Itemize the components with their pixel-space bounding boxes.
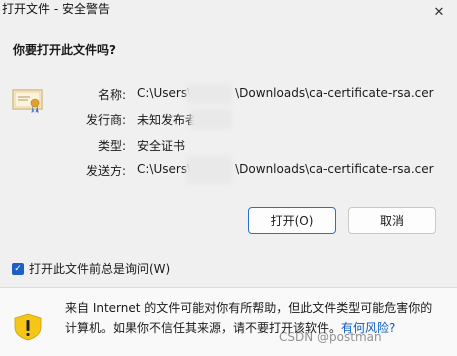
- publisher-value: 未知发布者: [137, 113, 198, 127]
- name-label: 名称:: [97, 88, 126, 102]
- warning-shield-icon: [14, 313, 42, 341]
- always-ask-label: 打开此文件前总是询问(W): [29, 262, 171, 276]
- from-value: C:\Users\ \Downloads\ca-certificate-rsa.c…: [137, 162, 434, 176]
- warning-line-1: 来自 Internet 的文件可能对你有所帮助，但此文件类型可能危害你的: [65, 301, 433, 315]
- redacted-publisher-tail: [190, 109, 232, 129]
- publisher-label: 发行商:: [85, 113, 126, 127]
- title-bar: 打开文件 - 安全警告 ✕: [0, 0, 457, 24]
- from-label: 发送方:: [85, 164, 126, 178]
- window-title: 打开文件 - 安全警告: [2, 2, 110, 16]
- risk-link[interactable]: 有何风险?: [341, 321, 395, 335]
- name-value: C:\Users\ \Downloads\ca-certificate-rsa.c…: [137, 86, 434, 100]
- redacted-username: [186, 84, 232, 104]
- dialog-question: 你要打开此文件吗?: [13, 43, 116, 57]
- always-ask-option[interactable]: ✓ 打开此文件前总是询问(W): [12, 260, 170, 277]
- warning-line-2: 计算机。如果你不信任其来源，请不要打开该软件。有何风险?: [65, 321, 396, 335]
- warning-text: 来自 Internet 的文件可能对你有所帮助，但此文件类型可能危害你的 计算机…: [65, 298, 450, 338]
- type-value: 安全证书: [137, 139, 186, 153]
- warning-panel: 来自 Internet 的文件可能对你有所帮助，但此文件类型可能危害你的 计算机…: [0, 287, 457, 356]
- close-icon: ✕: [433, 4, 445, 20]
- open-button[interactable]: 打开(O): [248, 207, 336, 234]
- close-button[interactable]: ✕: [421, 0, 457, 24]
- cancel-button[interactable]: 取消: [348, 207, 436, 234]
- type-label: 类型:: [97, 139, 126, 153]
- redacted-username: [186, 156, 232, 184]
- always-ask-checkbox[interactable]: ✓: [12, 262, 24, 275]
